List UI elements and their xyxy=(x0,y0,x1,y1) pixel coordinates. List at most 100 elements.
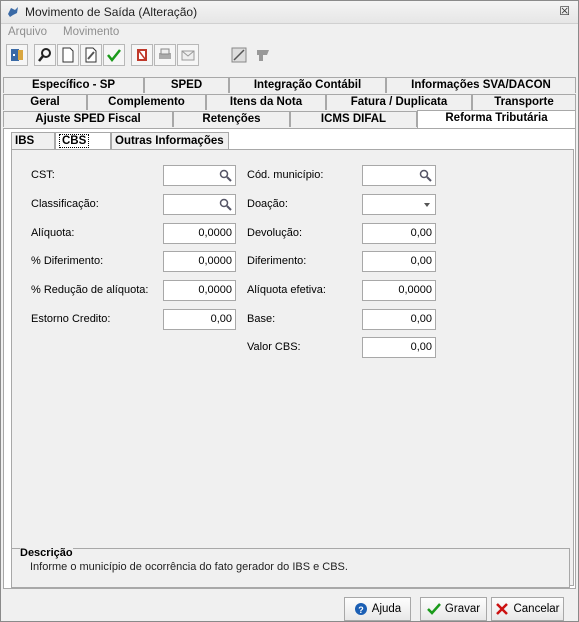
tab-integracao-contabil[interactable]: Integração Contábil xyxy=(229,77,386,93)
subtab-cbs-label: CBS xyxy=(59,134,90,148)
devolucao-label: Devolução: xyxy=(247,227,303,239)
edit-doc-icon xyxy=(85,47,97,63)
new-button[interactable] xyxy=(57,44,79,66)
transfer-icon xyxy=(257,50,269,61)
tab-sped[interactable]: SPED xyxy=(144,77,229,93)
doacao-select[interactable] xyxy=(362,194,436,215)
save-button[interactable]: Gravar xyxy=(420,597,487,621)
diferimento-field[interactable]: 0,00 xyxy=(362,251,436,272)
cod-municipio-field[interactable] xyxy=(362,165,436,186)
cancel-label: Cancelar xyxy=(513,603,560,615)
aliquota-label: Alíquota: xyxy=(31,227,75,239)
classificacao-label: Classificação: xyxy=(31,198,99,210)
delete-icon xyxy=(137,49,147,61)
help-label: Ajuda xyxy=(371,603,402,615)
tab-ajuste-sped-fiscal[interactable]: Ajuste SPED Fiscal xyxy=(3,111,173,127)
tab-row-3: Ajuste SPED Fiscal Retenções ICMS DIFAL … xyxy=(1,110,576,128)
print-icon xyxy=(159,48,171,59)
exit-icon xyxy=(11,49,23,61)
menu-movimento[interactable]: Movimento xyxy=(63,26,119,38)
email-button[interactable] xyxy=(177,44,199,66)
classificacao-field[interactable] xyxy=(163,194,236,215)
tab-reforma-tributaria[interactable]: Reforma Tributária xyxy=(417,110,576,128)
tab-geral[interactable]: Geral xyxy=(3,94,87,110)
diferimento-label: Diferimento: xyxy=(247,255,307,267)
tab-row-2: Geral Complemento Itens da Nota Fatura /… xyxy=(1,94,576,111)
tab-informacoes-sva-dacon[interactable]: Informações SVA/DACON xyxy=(386,77,576,93)
diferimento-pct-label: % Diferimento: xyxy=(31,255,104,267)
help-icon: ? xyxy=(354,603,367,615)
classificacao-lookup-button[interactable] xyxy=(215,195,235,214)
email-icon xyxy=(181,50,195,61)
window: Movimento de Saída (Alteração) ☒ Arquivo… xyxy=(0,0,579,622)
new-doc-icon xyxy=(62,47,74,63)
tab-row-1: Específico - SP SPED Integração Contábil… xyxy=(1,77,576,94)
aliquota-efetiva-field[interactable]: 0,0000 xyxy=(362,280,436,301)
devolucao-field[interactable]: 0,00 xyxy=(362,223,436,244)
tab-retencoes[interactable]: Retenções xyxy=(173,111,290,127)
save-label: Gravar xyxy=(444,603,481,615)
menu-bar: Arquivo Movimento xyxy=(1,24,578,40)
tab-fatura-duplicata[interactable]: Fatura / Duplicata xyxy=(326,94,472,110)
description-box: Descrição Informe o município de ocorrên… xyxy=(11,547,570,588)
subtab-outras-informacoes[interactable]: Outras Informações xyxy=(111,132,229,149)
search-icon xyxy=(419,169,432,182)
app-icon xyxy=(8,7,18,17)
valor-cbs-label: Valor CBS: xyxy=(247,341,301,353)
base-field[interactable]: 0,00 xyxy=(362,309,436,330)
cod-municipio-lookup-button[interactable] xyxy=(415,166,435,185)
tab-transporte[interactable]: Transporte xyxy=(472,94,576,110)
exit-button[interactable] xyxy=(6,44,28,66)
doacao-label: Doação: xyxy=(247,198,288,210)
description-legend: Descrição xyxy=(20,547,73,559)
reducao-aliquota-label: % Redução de alíquota: xyxy=(31,284,149,296)
subtab-ibs-label: IBS xyxy=(15,135,35,147)
tab-complemento[interactable]: Complemento xyxy=(87,94,206,110)
window-title: Movimento de Saída (Alteração) xyxy=(25,5,198,19)
confirm-button[interactable] xyxy=(103,44,125,66)
print-button[interactable] xyxy=(154,44,176,66)
title-bar: Movimento de Saída (Alteração) ☒ xyxy=(1,1,578,24)
reducao-aliquota-field[interactable]: 0,0000 xyxy=(163,280,236,301)
cbs-panel xyxy=(11,149,574,586)
close-icon[interactable]: ☒ xyxy=(559,4,570,18)
calculator-button[interactable] xyxy=(228,44,250,66)
calculator-icon xyxy=(231,47,247,63)
description-text: Informe o município de ocorrência do fat… xyxy=(30,561,348,573)
base-label: Base: xyxy=(247,313,276,325)
valor-cbs-field[interactable]: 0,00 xyxy=(362,337,436,358)
estorno-credito-label: Estorno Credito: xyxy=(31,313,111,325)
svg-text:?: ? xyxy=(358,605,364,615)
tab-icms-difal[interactable]: ICMS DIFAL xyxy=(290,111,417,127)
aliquota-field[interactable]: 0,0000 xyxy=(163,223,236,244)
search-icon xyxy=(219,198,232,211)
edit-button[interactable] xyxy=(80,44,102,66)
search-icon xyxy=(38,48,51,62)
cod-municipio-label: Cód. município: xyxy=(247,169,324,181)
search-button[interactable] xyxy=(34,44,56,66)
delete-button[interactable] xyxy=(131,44,153,66)
doacao-dropdown-button[interactable] xyxy=(419,195,435,214)
search-icon xyxy=(219,169,232,182)
tab-itens-da-nota[interactable]: Itens da Nota xyxy=(206,94,326,110)
footer: ? Ajuda Gravar Cancelar xyxy=(1,589,578,621)
diferimento-pct-field[interactable]: 0,0000 xyxy=(163,251,236,272)
tab-especifico-sp[interactable]: Específico - SP xyxy=(3,77,144,93)
cst-label: CST: xyxy=(31,169,55,181)
cst-field[interactable] xyxy=(163,165,236,186)
transfer-button[interactable] xyxy=(253,44,275,66)
help-button[interactable]: ? Ajuda xyxy=(344,597,411,621)
cst-lookup-button[interactable] xyxy=(215,166,235,185)
aliquota-efetiva-label: Alíquota efetiva: xyxy=(247,284,326,296)
estorno-credito-field[interactable]: 0,00 xyxy=(163,309,236,330)
subtab-cbs[interactable]: CBS xyxy=(55,132,111,149)
subtab-ibs[interactable]: IBS xyxy=(11,132,55,149)
cancel-x-icon xyxy=(496,603,509,615)
cancel-button[interactable]: Cancelar xyxy=(491,597,564,621)
menu-arquivo[interactable]: Arquivo xyxy=(8,26,47,38)
check-icon xyxy=(427,603,441,615)
confirm-icon xyxy=(107,49,121,63)
chevron-down-icon xyxy=(424,202,430,207)
toolbar xyxy=(3,42,576,68)
subtab-outras-label: Outras Informações xyxy=(115,135,224,147)
